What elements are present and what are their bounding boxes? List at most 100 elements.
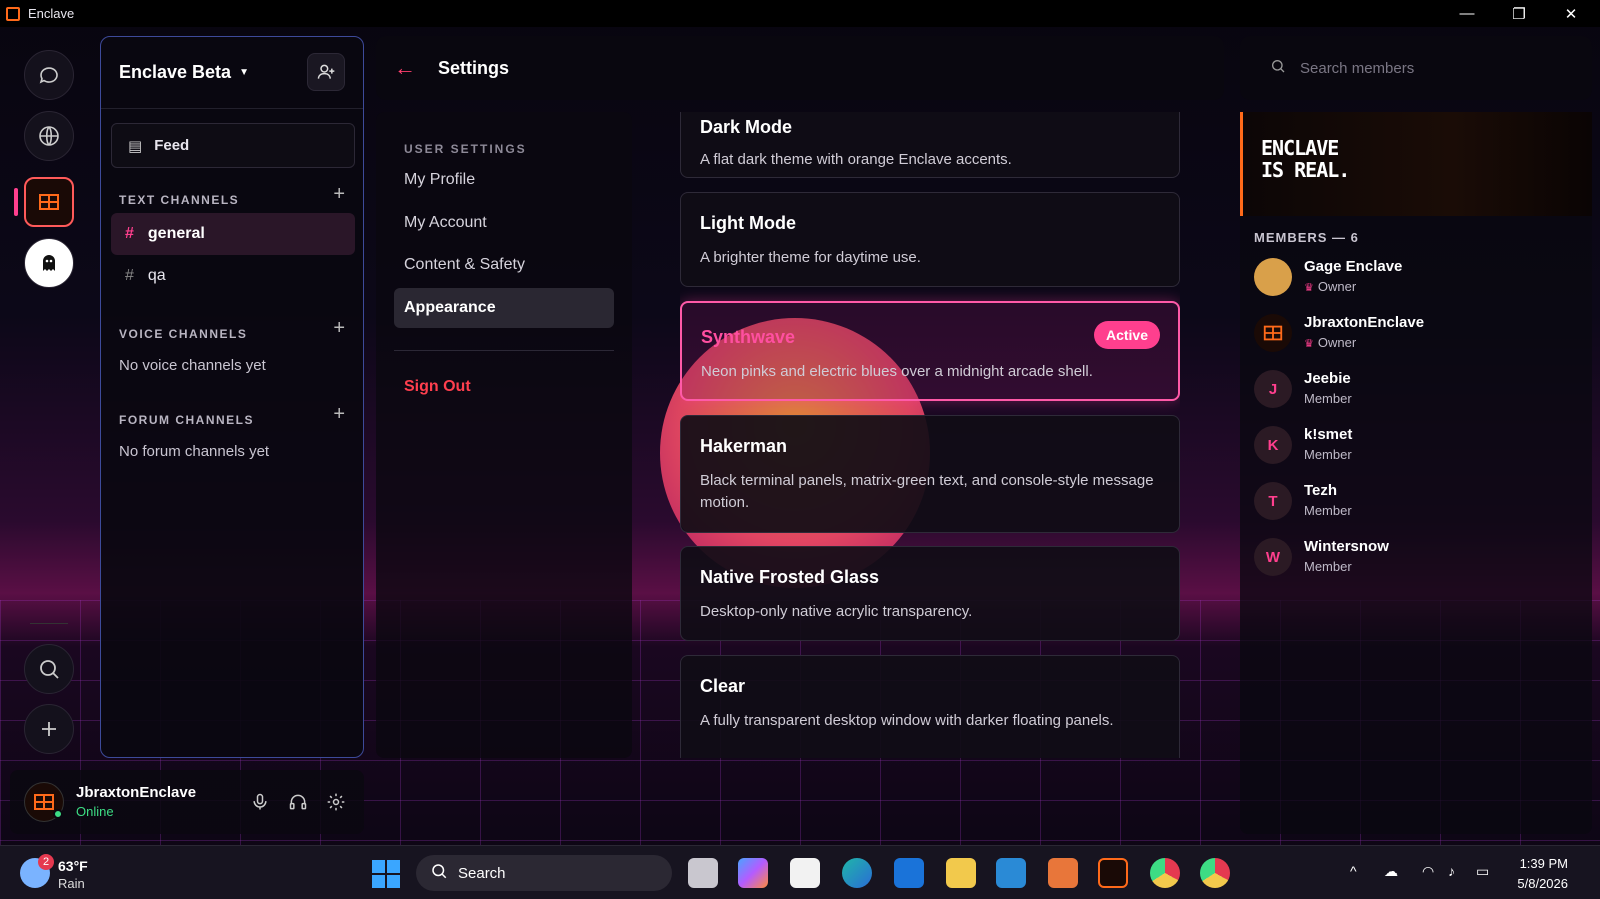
member-role: Member (1304, 391, 1352, 406)
theme-card-dark-mode[interactable]: Dark Mode A flat dark theme with orange … (680, 112, 1180, 178)
battery-icon[interactable]: ▭ (1476, 863, 1489, 880)
add-text-channel-button[interactable]: + (333, 183, 345, 206)
server-banner: ENCLAVE IS REAL. (1240, 112, 1592, 216)
settings-header: ← Settings (376, 36, 1224, 100)
taskbar-date[interactable]: 5/8/2026 (1517, 876, 1568, 891)
channel-qa[interactable]: # qa (111, 255, 355, 297)
nav-my-account[interactable]: My Account (394, 203, 614, 243)
member-role: ♛ Owner (1304, 279, 1357, 294)
wifi-icon[interactable]: ◠ (1422, 863, 1434, 880)
theme-list: Dark Mode A flat dark theme with orange … (680, 112, 1180, 758)
enclave-logo-icon (34, 794, 54, 810)
weather-badge: 2 (38, 854, 54, 870)
search-icon (430, 862, 448, 885)
search-members-placeholder: Search members (1300, 59, 1415, 77)
taskbar: 2 63°F Rain Search ^ ☁ ◠ ♪ ▭ 1:39 PM 5/8… (0, 845, 1600, 899)
enclave-app-icon (6, 6, 20, 21)
task-view-icon[interactable] (688, 858, 718, 888)
theme-title: Light Mode (700, 213, 796, 233)
member-role: Member (1304, 559, 1352, 574)
theme-card-clear[interactable]: Clear A fully transparent desktop window… (680, 655, 1180, 758)
weather-description[interactable]: Rain (58, 876, 85, 891)
search-members-field[interactable]: Search members (1240, 36, 1592, 100)
messages-icon[interactable] (24, 50, 74, 100)
server-name[interactable]: Enclave Beta (119, 62, 231, 83)
file-explorer-icon[interactable] (946, 858, 976, 888)
gear-icon[interactable] (324, 790, 348, 814)
channel-general[interactable]: # general (111, 213, 355, 255)
theme-card-native-frosted-glass[interactable]: Native Frosted Glass Desktop-only native… (680, 546, 1180, 641)
theme-title: Dark Mode (700, 117, 793, 137)
rail-divider (30, 623, 68, 624)
back-arrow-icon[interactable]: ← (394, 55, 416, 81)
avatar (1254, 314, 1292, 352)
chrome-profile-icon[interactable] (1200, 858, 1230, 888)
theme-description: Neon pinks and electric blues over a mid… (701, 363, 1093, 380)
copilot-icon[interactable] (738, 858, 768, 888)
add-forum-channel-button[interactable]: + (333, 403, 345, 426)
avatar[interactable] (24, 782, 64, 822)
sign-out-button[interactable]: Sign Out (404, 378, 471, 396)
crown-icon: ♛ (1304, 282, 1314, 294)
window-title: Enclave (28, 6, 75, 21)
add-voice-channel-button[interactable]: + (333, 317, 345, 340)
volume-icon[interactable]: ♪ (1448, 863, 1455, 879)
enclave-taskbar-icon[interactable] (1098, 858, 1128, 888)
chevron-down-icon[interactable]: ▼ (239, 67, 249, 78)
chrome-icon[interactable] (1150, 858, 1180, 888)
member-jeebie[interactable]: J Jeebie Member (1254, 366, 1574, 414)
nav-content-safety[interactable]: Content & Safety (394, 245, 614, 285)
online-status-dot (53, 809, 63, 819)
enclave-server-icon[interactable] (24, 177, 74, 227)
edge-browser-icon[interactable] (842, 858, 872, 888)
onedrive-icon[interactable]: ☁ (1384, 863, 1398, 880)
outlook-icon[interactable] (894, 858, 924, 888)
taskbar-search-label: Search (458, 864, 506, 882)
nav-appearance[interactable]: Appearance (394, 288, 614, 328)
theme-card-synthwave[interactable]: Synthwave Active Neon pinks and electric… (680, 301, 1180, 401)
nav-my-profile[interactable]: My Profile (394, 160, 614, 200)
theme-description: Black terminal panels, matrix-green text… (700, 472, 1154, 511)
member-kismet[interactable]: K k!smet Member (1254, 422, 1574, 470)
theme-title: Clear (700, 676, 746, 696)
active-server-indicator (14, 188, 18, 216)
tray-chevron-icon[interactable]: ^ (1350, 863, 1357, 879)
hash-icon: # (125, 267, 134, 284)
close-button[interactable]: ✕ (1548, 0, 1594, 27)
member-tezh[interactable]: T Tezh Member (1254, 478, 1574, 526)
taskbar-time[interactable]: 1:39 PM (1520, 856, 1568, 871)
theme-card-hakerman[interactable]: Hakerman Black terminal panels, matrix-g… (680, 415, 1180, 533)
restore-button[interactable]: ❐ (1496, 0, 1542, 27)
avatar: W (1254, 538, 1292, 576)
channel-label: qa (147, 267, 166, 284)
claude-icon[interactable] (1048, 858, 1078, 888)
ghost-server-icon[interactable] (24, 238, 74, 288)
theme-card-light-mode[interactable]: Light Mode A brighter theme for daytime … (680, 192, 1180, 287)
taskbar-search-input[interactable]: Search (416, 855, 672, 891)
feed-button[interactable]: ▤ Feed (111, 123, 355, 168)
enclave-logo-icon (1263, 325, 1283, 341)
weather-temperature[interactable]: 63°F (58, 858, 88, 874)
page-title: Settings (438, 57, 510, 78)
search-icon (1270, 58, 1286, 79)
add-user-icon (317, 64, 335, 79)
member-jbraxtonenclave[interactable]: JbraxtonEnclave ♛ Owner (1254, 310, 1574, 358)
search-icon[interactable] (24, 644, 74, 694)
member-gage-enclave[interactable]: Gage Enclave ♛ Owner (1254, 254, 1574, 302)
invite-user-button[interactable] (307, 53, 345, 91)
member-role: Member (1304, 503, 1352, 518)
microphone-icon[interactable] (248, 790, 272, 814)
member-wintersnow[interactable]: W Wintersnow Member (1254, 534, 1574, 582)
members-panel: ENCLAVE IS REAL. MEMBERS — 6 Gage Enclav… (1240, 112, 1592, 834)
channel-label: general (147, 225, 205, 242)
text-channels-title: TEXT CHANNELS (119, 193, 240, 207)
feed-label: Feed (154, 137, 190, 154)
globe-icon[interactable] (24, 111, 74, 161)
theme-description: A brighter theme for daytime use. (700, 249, 921, 266)
add-server-icon[interactable] (24, 704, 74, 754)
vscode-icon[interactable] (996, 858, 1026, 888)
headphones-icon[interactable] (286, 790, 310, 814)
minimize-button[interactable]: — (1444, 0, 1490, 27)
microsoft-store-icon[interactable] (790, 858, 820, 888)
windows-start-icon[interactable] (372, 860, 400, 888)
